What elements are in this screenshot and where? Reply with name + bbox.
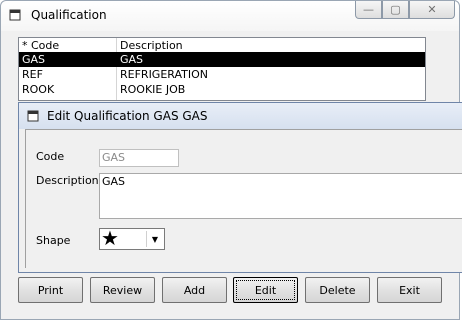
list-row[interactable]: REF REFRIGERATION xyxy=(19,67,425,82)
delete-button-label: Delete xyxy=(319,283,356,297)
description-label: Description xyxy=(36,174,99,187)
shape-label: Shape xyxy=(36,234,71,247)
app-icon xyxy=(9,9,21,21)
row-description: ROOKIE JOB xyxy=(120,83,186,96)
minimize-icon: — xyxy=(363,3,374,16)
row-code: ROOK xyxy=(22,83,55,96)
dialog-body: Code GAS Description GAS Shape ★ ▼ xyxy=(25,129,462,268)
review-button-label: Review xyxy=(102,283,143,297)
dropdown-arrow-button[interactable]: ▼ xyxy=(146,231,163,247)
edit-button[interactable]: Edit xyxy=(233,277,298,303)
print-button-label: Print xyxy=(37,283,64,297)
window-title: Qualification xyxy=(31,8,107,22)
qualification-list[interactable]: * Code Description GAS GAS REF REFRIGERA… xyxy=(18,37,426,101)
row-description: REFRIGERATION xyxy=(120,68,208,81)
review-button[interactable]: Review xyxy=(90,277,155,303)
edit-qualification-dialog: Edit Qualification GAS GAS Code GAS Desc… xyxy=(18,102,462,273)
column-header-description[interactable]: Description xyxy=(120,39,183,52)
shape-select[interactable]: ★ ▼ xyxy=(99,226,165,250)
maximize-icon: ▢ xyxy=(390,3,401,16)
list-row[interactable]: GAS GAS xyxy=(19,52,425,67)
close-button[interactable]: ✕ xyxy=(409,1,455,19)
minimize-button[interactable]: — xyxy=(355,1,382,19)
qualification-window: Qualification — ▢ ✕ * Code Description G… xyxy=(0,0,462,320)
exit-button-label: Exit xyxy=(399,283,420,297)
list-header: * Code Description xyxy=(19,38,425,53)
row-code: GAS xyxy=(22,53,46,66)
star-icon: ★ xyxy=(101,226,119,250)
print-button[interactable]: Print xyxy=(18,277,83,303)
close-icon: ✕ xyxy=(427,3,437,16)
dialog-titlebar[interactable]: Edit Qualification GAS GAS xyxy=(19,103,462,129)
code-field: GAS xyxy=(99,149,179,167)
delete-button[interactable]: Delete xyxy=(305,277,370,303)
maximize-button[interactable]: ▢ xyxy=(382,1,409,19)
app-icon xyxy=(27,110,39,122)
add-button[interactable]: Add xyxy=(162,277,227,303)
exit-button[interactable]: Exit xyxy=(377,277,442,303)
window-titlebar[interactable]: Qualification — ▢ ✕ xyxy=(1,1,459,31)
code-label: Code xyxy=(36,150,65,163)
edit-button-label: Edit xyxy=(254,283,277,297)
row-description: GAS xyxy=(120,53,144,66)
list-row[interactable]: ROOK ROOKIE JOB xyxy=(19,82,425,97)
dialog-title: Edit Qualification GAS GAS xyxy=(47,109,208,123)
add-button-label: Add xyxy=(183,283,206,297)
row-code: REF xyxy=(22,68,43,81)
column-header-code[interactable]: * Code xyxy=(22,39,59,52)
chevron-down-icon: ▼ xyxy=(151,234,159,244)
description-field[interactable]: GAS xyxy=(99,173,462,219)
